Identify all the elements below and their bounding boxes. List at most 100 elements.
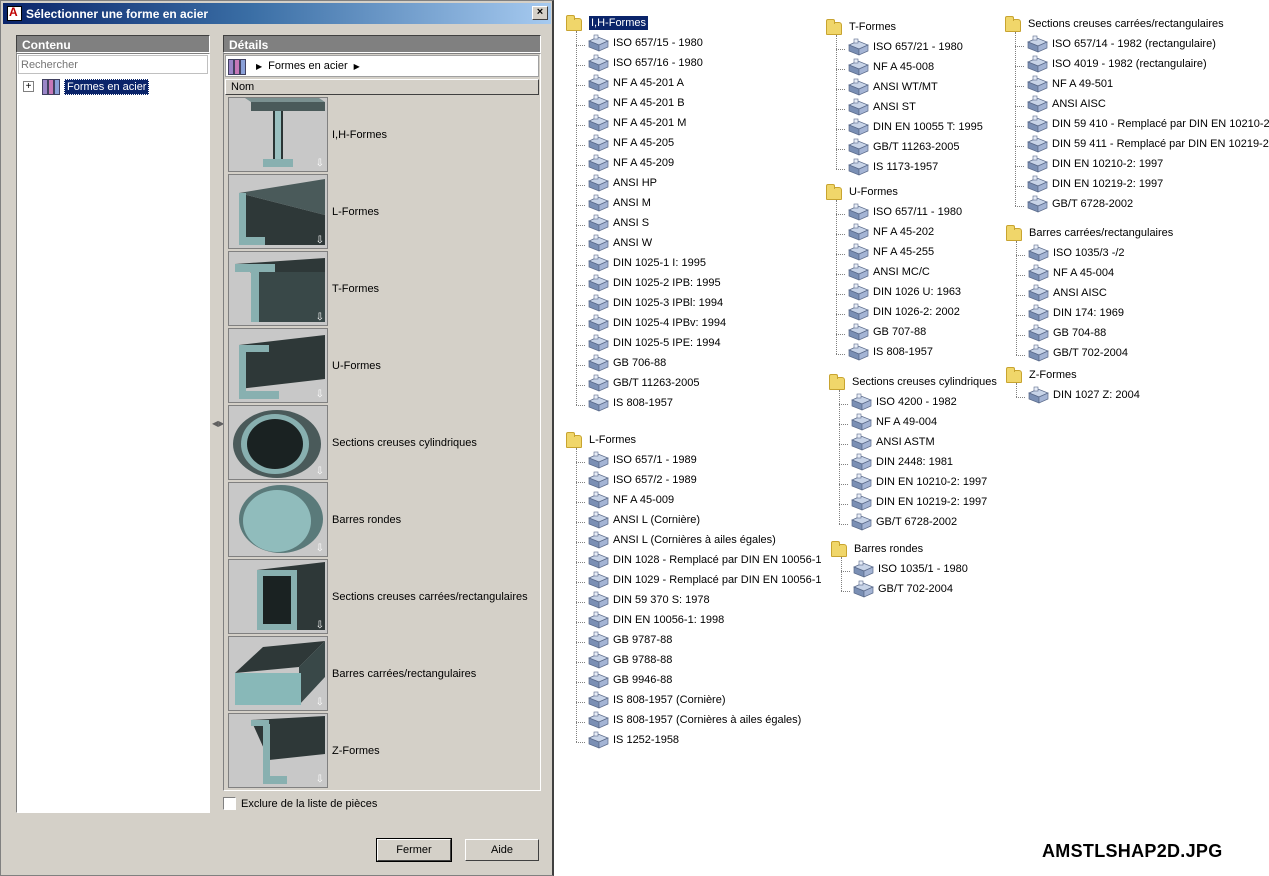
column-header-name[interactable]: Nom (225, 79, 539, 95)
tree-item[interactable]: DIN 2448: 1981 (851, 453, 953, 471)
tree-item-label[interactable]: ANSI M (613, 197, 651, 209)
tree-item-label[interactable]: NF A 45-202 (873, 226, 934, 238)
tree-item[interactable]: NF A 45-209 (588, 154, 674, 172)
tree-item-label[interactable]: ISO 657/21 - 1980 (873, 41, 963, 53)
tree-item-label[interactable]: IS 808-1957 (Cornières à ailes égales) (613, 714, 801, 726)
tree-item-label[interactable]: NF A 45-009 (613, 494, 674, 506)
tree-item[interactable]: DIN 1025-5 IPE: 1994 (588, 334, 721, 352)
tree-item[interactable]: DIN 174: 1969 (1028, 304, 1124, 322)
shape-item[interactable]: ⇩ Barres rondes (228, 482, 538, 557)
tree-item[interactable]: IS 808-1957 (588, 394, 673, 412)
tree-item[interactable]: NF A 45-201 M (588, 114, 686, 132)
tree-item[interactable]: ISO 657/2 - 1989 (588, 471, 697, 489)
tree-folder-label[interactable]: L-Formes (589, 434, 636, 446)
tree-item[interactable]: ISO 657/11 - 1980 (848, 203, 962, 221)
i-beam-icon[interactable]: ⇩ (228, 97, 328, 172)
breadcrumb-arrow-icon[interactable]: ▶ (256, 62, 262, 71)
shape-label[interactable]: I,H-Formes (332, 129, 387, 141)
tree-item-label[interactable]: ANSI W (613, 237, 652, 249)
tree-item-label[interactable]: GB 9787-88 (613, 634, 672, 646)
tree-item[interactable]: ISO 657/1 - 1989 (588, 451, 697, 469)
tree-item[interactable]: GB/T 6728-2002 (1027, 195, 1133, 213)
tree-item-label[interactable]: NF A 45-004 (1053, 267, 1114, 279)
shape-item[interactable]: ⇩ Barres carrées/rectangulaires (228, 636, 538, 711)
tree-item[interactable]: DIN 59 410 - Remplacé par DIN EN 10210-2 (1027, 115, 1269, 133)
tree-item-label[interactable]: NF A 45-255 (873, 246, 934, 258)
tree-item-label[interactable]: ANSI MC/C (873, 266, 930, 278)
tree-item[interactable]: ANSI AISC (1028, 284, 1107, 302)
rect-tube-icon[interactable]: ⇩ (228, 559, 328, 634)
tree-item[interactable]: NF A 45-201 B (588, 94, 685, 112)
tree-item-label[interactable]: ISO 4019 - 1982 (rectangulaire) (1052, 58, 1207, 70)
breadcrumb-arrow-icon[interactable]: ▶ (354, 62, 360, 71)
tree-item[interactable]: ISO 4200 - 1982 (851, 393, 957, 411)
tree-item-label[interactable]: DIN 1026 U: 1963 (873, 286, 961, 298)
tree-item-label[interactable]: DIN 1025-1 I: 1995 (613, 257, 706, 269)
tree-item-label[interactable]: DIN 1028 - Remplacé par DIN EN 10056-1 (613, 554, 821, 566)
tree-item[interactable]: ANSI WT/MT (848, 78, 938, 96)
tree-item[interactable]: NF A 45-004 (1028, 264, 1114, 282)
tree-item[interactable]: GB/T 6728-2002 (851, 513, 957, 531)
tree-item[interactable]: DIN 1028 - Remplacé par DIN EN 10056-1 (588, 551, 821, 569)
tree-item[interactable]: ISO 1035/3 -/2 (1028, 244, 1125, 262)
tree-item[interactable]: IS 1252-1958 (588, 731, 679, 749)
tree-item[interactable]: DIN 59 370 S: 1978 (588, 591, 710, 609)
tree-item[interactable]: ISO 657/21 - 1980 (848, 38, 963, 56)
tee-icon[interactable]: ⇩ (228, 251, 328, 326)
tree-item-label[interactable]: DIN 174: 1969 (1053, 307, 1124, 319)
tree-item-label[interactable]: DIN EN 10055 T: 1995 (873, 121, 983, 133)
help-button[interactable]: Aide (465, 839, 539, 861)
tree-item-label[interactable]: ANSI ASTM (876, 436, 935, 448)
tree-item[interactable]: NF A 45-255 (848, 243, 934, 261)
tree-item-label[interactable]: ISO 1035/1 - 1980 (878, 563, 968, 575)
tree-item-label[interactable]: GB/T 11263-2005 (613, 377, 699, 389)
tree-item-label[interactable]: ISO 657/14 - 1982 (rectangulaire) (1052, 38, 1216, 50)
tree-item-label[interactable]: GB/T 702-2004 (878, 583, 953, 595)
tree-item-label[interactable]: DIN 1029 - Remplacé par DIN EN 10056-1 (613, 574, 821, 586)
tree-root-row[interactable]: + Formes en acier (23, 78, 150, 95)
tree-item[interactable]: IS 808-1957 (848, 343, 933, 361)
shape-label[interactable]: Z-Formes (332, 745, 380, 757)
angle-icon[interactable]: ⇩ (228, 174, 328, 249)
tree-item[interactable]: GB 706-88 (588, 354, 666, 372)
shape-label[interactable]: L-Formes (332, 206, 379, 218)
tree-item[interactable]: ANSI L (Cornière) (588, 511, 700, 529)
tree-item[interactable]: ANSI W (588, 234, 652, 252)
tree-folder-label[interactable]: Sections creuses cylindriques (852, 376, 997, 388)
tree-item-label[interactable]: GB 9788-88 (613, 654, 672, 666)
tree-item[interactable]: IS 808-1957 (Cornières à ailes égales) (588, 711, 801, 729)
tree-item[interactable]: ANSI ST (848, 98, 916, 116)
tree-item-label[interactable]: GB/T 6728-2002 (1052, 198, 1133, 210)
tree-folder-node[interactable]: L-Formes (566, 431, 636, 448)
tree-item-label[interactable]: DIN 59 411 - Remplacé par DIN EN 10219-2 (1052, 138, 1269, 150)
exclude-checkbox[interactable] (223, 797, 236, 810)
tree-folder-label[interactable]: U-Formes (849, 186, 898, 198)
tree-folder-node[interactable]: I,H-Formes (566, 14, 648, 31)
tree-item-label[interactable]: ANSI AISC (1053, 287, 1107, 299)
shape-item[interactable]: ⇩ U-Formes (228, 328, 538, 403)
tree-item-label[interactable]: ANSI ST (873, 101, 916, 113)
tree-item[interactable]: GB 9946-88 (588, 671, 672, 689)
tree-item[interactable]: DIN 1025-2 IPB: 1995 (588, 274, 721, 292)
tree-item-label[interactable]: GB/T 702-2004 (1053, 347, 1128, 359)
shape-item[interactable]: ⇩ T-Formes (228, 251, 538, 326)
tree-item-label[interactable]: ANSI AISC (1052, 98, 1106, 110)
tree-item-label[interactable]: DIN 1025-2 IPB: 1995 (613, 277, 721, 289)
tree-item[interactable]: GB 9788-88 (588, 651, 672, 669)
tree-folder-node[interactable]: U-Formes (826, 183, 898, 200)
shape-label[interactable]: Sections creuses cylindriques (332, 437, 477, 449)
tree-item-label[interactable]: IS 808-1957 (613, 397, 673, 409)
tree-item-label[interactable]: NF A 45-201 A (613, 77, 684, 89)
tree-item-label[interactable]: IS 1173-1957 (873, 161, 938, 173)
tree-item-label[interactable]: DIN 1027 Z: 2004 (1053, 389, 1140, 401)
shape-label[interactable]: Barres rondes (332, 514, 401, 526)
tree-item[interactable]: DIN EN 10210-2: 1997 (851, 473, 987, 491)
tree-folder-node[interactable]: Barres rondes (831, 540, 923, 557)
tree-folder-node[interactable]: Barres carrées/rectangulaires (1006, 224, 1173, 241)
flat-bar-icon[interactable]: ⇩ (228, 636, 328, 711)
tree-item-label[interactable]: IS 808-1957 (873, 346, 933, 358)
tree-item[interactable]: GB/T 702-2004 (1028, 344, 1128, 362)
tree-item[interactable]: NF A 45-009 (588, 491, 674, 509)
tree-item-label[interactable]: ISO 657/16 - 1980 (613, 57, 703, 69)
tree-item[interactable]: GB 704-88 (1028, 324, 1106, 342)
